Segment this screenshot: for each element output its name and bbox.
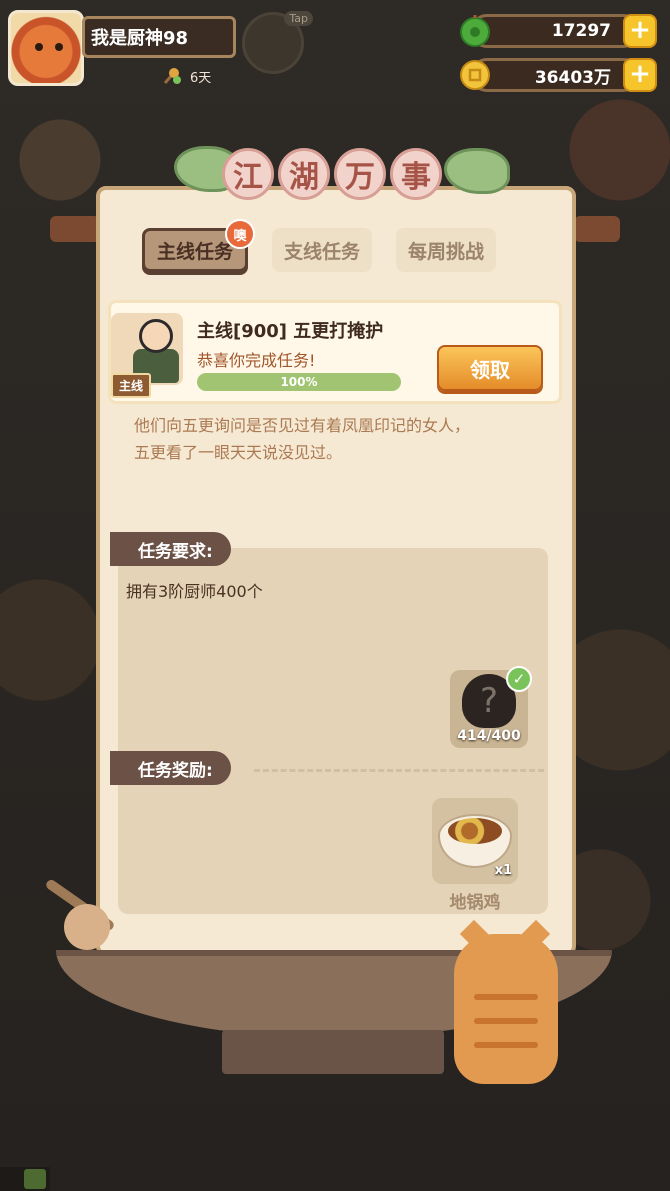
corner-toggle[interactable] — [0, 1167, 50, 1191]
jade-value: 17297 — [551, 21, 611, 41]
tab-label: 每周挑战 — [408, 240, 485, 263]
portrait-head — [139, 319, 173, 353]
dish-icon — [448, 818, 502, 844]
task-character-portrait: 主线 — [111, 313, 183, 398]
scroll-rod-left — [50, 216, 100, 242]
fishball-decoration — [64, 904, 110, 950]
cat-stripe — [474, 994, 538, 1000]
title-char: 事 — [390, 148, 442, 200]
fan-sprout-icon — [163, 68, 181, 84]
story-line: 他们向五更询问是否见过有着凤凰印记的女人， — [134, 416, 471, 435]
story-text: 他们向五更询问是否见过有着凤凰印记的女人， 五更看了一眼天天说没见过。 — [134, 412, 534, 466]
days-count: 6天 — [190, 70, 212, 86]
check-icon: ✓ — [506, 666, 532, 692]
avatar-eye — [35, 43, 43, 51]
tab-main-quest[interactable]: 主线任务 噢 — [142, 219, 256, 272]
requirement-count: 414/400 — [457, 728, 521, 744]
login-days: 6天 — [162, 66, 211, 86]
title-char: 江 — [222, 148, 274, 200]
gold-coin-icon — [460, 60, 490, 90]
cat-stripe — [474, 1042, 538, 1048]
tap-label: Tap — [284, 11, 313, 26]
cat-stripe — [474, 1018, 538, 1024]
task-title: 主线[900] 五更打掩护 — [197, 321, 384, 342]
jade-coin-icon — [460, 15, 490, 47]
panel-title: 江 湖 万 事 — [222, 148, 448, 212]
task-type-tag: 主线 — [111, 373, 152, 398]
avatar-eye — [55, 43, 63, 51]
story-line: 五更看了一眼天天说没见过。 — [134, 443, 343, 462]
coin-balance: 36403万 + — [460, 58, 657, 92]
jade-balance: 17297 + — [460, 14, 657, 48]
requirement-text: 拥有3阶厨师400个 — [126, 582, 263, 601]
corner-square-icon — [24, 1169, 46, 1189]
task-progress-bar: 100% — [197, 373, 401, 391]
tab-notification-badge: 噢 — [225, 219, 256, 249]
title-char: 万 — [334, 148, 386, 200]
requirement-heading: 任务要求: — [110, 532, 231, 566]
task-card: 主线 主线[900] 五更打掩护 恭喜你完成任务! 100% 领取 — [108, 300, 562, 404]
player-avatar[interactable] — [8, 10, 84, 86]
reward-heading: 任务奖励: — [110, 751, 231, 785]
quest-tabs: 主线任务 噢 支线任务 每周挑战 — [142, 219, 497, 272]
tab-weekly-challenge[interactable]: 每周挑战 — [396, 228, 497, 272]
cat-mascot — [454, 919, 558, 1084]
tab-label: 支线任务 — [284, 240, 361, 263]
wok-stand-decoration — [222, 1030, 444, 1074]
add-coins-button[interactable]: + — [623, 58, 657, 92]
tap-button[interactable]: Tap — [242, 11, 313, 74]
tab-label: 主线任务 — [157, 240, 234, 263]
add-jade-button[interactable]: + — [623, 14, 657, 48]
reward-quantity: x1 — [494, 863, 512, 878]
task-status: 恭喜你完成任务! — [197, 351, 316, 370]
scroll-rod-right — [574, 216, 620, 242]
divider — [254, 769, 544, 772]
player-name: 我是厨神98 — [82, 16, 236, 58]
tab-side-quest[interactable]: 支线任务 — [272, 228, 373, 272]
title-char: 湖 — [278, 148, 330, 200]
claim-button[interactable]: 领取 — [437, 345, 543, 391]
reward-item[interactable]: x1 — [432, 798, 518, 884]
reward-item-name: 地锅鸡 — [449, 893, 501, 913]
requirement-item[interactable]: ? 414/400 ✓ — [450, 666, 532, 748]
coin-value: 36403万 — [534, 67, 611, 88]
